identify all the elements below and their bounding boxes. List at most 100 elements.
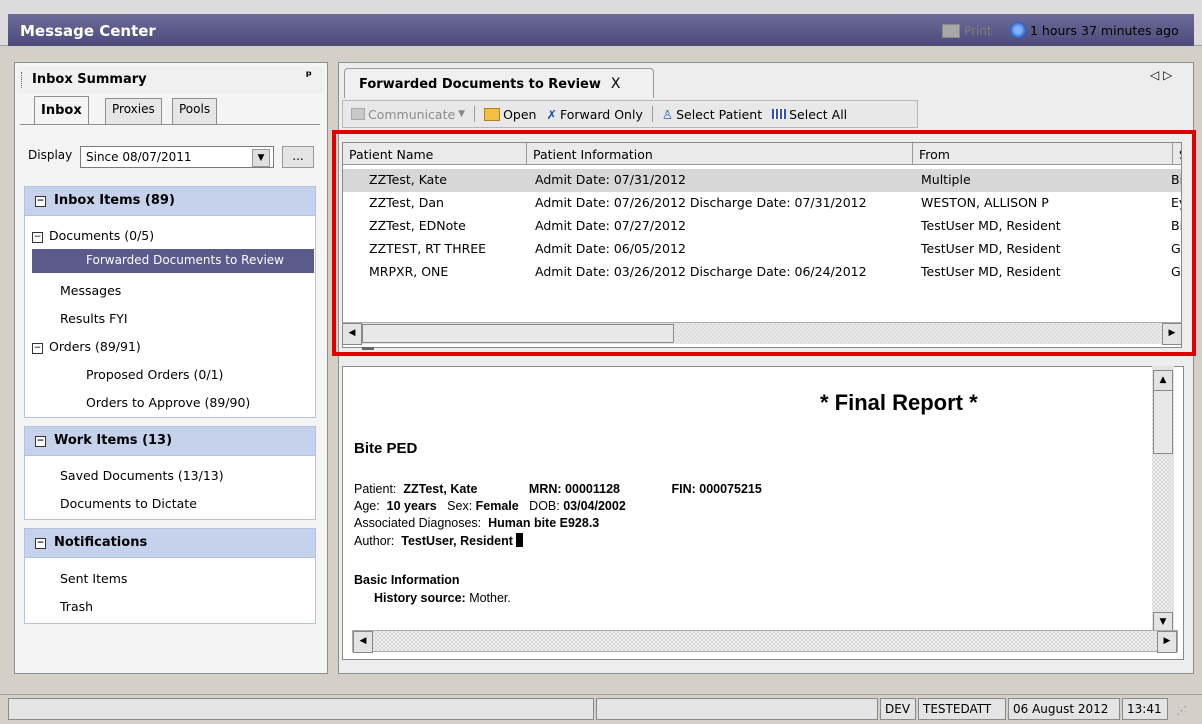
diagnoses-value: Human bite E928.3 bbox=[488, 516, 600, 530]
orders-item[interactable]: − Orders (89/91) bbox=[32, 339, 141, 354]
report-diagnoses-line: Associated Diagnoses: Human bite E928.3 bbox=[354, 516, 599, 530]
history-value: Mother. bbox=[469, 591, 511, 605]
report-horizontal-scrollbar[interactable]: ◀ ▶ bbox=[352, 630, 1178, 653]
report-age-line: Age: 10 years Sex: Female DOB: 03/04/200… bbox=[354, 499, 626, 513]
dob-value: 03/04/2002 bbox=[563, 499, 626, 513]
section-notifications[interactable]: − Notifications bbox=[24, 528, 316, 558]
author-value: TestUser, Resident bbox=[401, 534, 513, 548]
documents-item[interactable]: − Documents (0/5) bbox=[32, 228, 154, 243]
report-patient-line: Patient: ZZTest, Kate MRN: 00001128 FIN:… bbox=[354, 482, 762, 496]
documents-to-dictate-item[interactable]: Documents to Dictate bbox=[60, 496, 197, 511]
select-patient-label: Select Patient bbox=[676, 106, 763, 122]
notifications-group bbox=[24, 558, 316, 624]
status-user: TESTEDATT bbox=[918, 698, 1006, 720]
close-icon[interactable]: X bbox=[611, 76, 621, 92]
fin-value: 000075215 bbox=[699, 482, 762, 496]
dob-label: DOB: bbox=[529, 499, 560, 513]
scroll-left-icon[interactable]: ◀ bbox=[353, 631, 373, 653]
toolbar-separator bbox=[474, 106, 476, 122]
collapse-icon: − bbox=[35, 196, 46, 207]
scrollbar-thumb[interactable] bbox=[1153, 390, 1173, 454]
mrn-value: 00001128 bbox=[565, 482, 620, 496]
saved-documents-item[interactable]: Saved Documents (13/13) bbox=[60, 468, 224, 483]
section-work-items[interactable]: − Work Items (13) bbox=[24, 426, 316, 456]
chevron-down-icon: ▼ bbox=[458, 109, 466, 119]
tab-inbox[interactable]: Inbox bbox=[34, 96, 89, 125]
forwarded-label: Forwarded Documents to Review bbox=[86, 253, 284, 267]
patient-icon: ♙ bbox=[661, 106, 674, 122]
diagnoses-label: Associated Diagnoses: bbox=[354, 516, 482, 530]
tab-pools[interactable]: Pools bbox=[172, 98, 218, 124]
tab-forwarded-documents[interactable]: Forwarded Documents to Review X bbox=[344, 68, 654, 98]
window-title: Message Center bbox=[20, 22, 156, 40]
fin-label: FIN: bbox=[671, 482, 696, 496]
scroll-right-icon[interactable]: ▶ bbox=[1157, 631, 1177, 653]
display-options-button[interactable]: ... bbox=[282, 146, 314, 168]
collapse-icon: − bbox=[35, 436, 46, 447]
resize-grip-icon[interactable]: ⋰ bbox=[1176, 704, 1187, 717]
trash-item[interactable]: Trash bbox=[60, 599, 93, 614]
report-heading: * Final Report * bbox=[820, 390, 978, 415]
select-all-icon bbox=[772, 109, 787, 119]
inbox-summary-title: Inbox Summary bbox=[32, 72, 147, 87]
communicate-button[interactable]: Communicate ▼ bbox=[347, 107, 469, 122]
results-fyi-item[interactable]: Results FYI bbox=[60, 311, 128, 326]
report-viewer bbox=[342, 366, 1184, 660]
age-value: 10 years bbox=[386, 499, 437, 513]
mrn-label: MRN: bbox=[528, 482, 562, 496]
sent-items-item[interactable]: Sent Items bbox=[60, 571, 127, 586]
grip-icon bbox=[21, 72, 24, 88]
select-all-label: Select All bbox=[789, 106, 848, 122]
open-label: Open bbox=[503, 106, 537, 122]
status-panel-2 bbox=[596, 698, 878, 720]
collapse-icon: − bbox=[32, 343, 43, 354]
status-date: 06 August 2012 bbox=[1008, 698, 1120, 720]
communicate-icon bbox=[351, 108, 365, 120]
scroll-up-icon[interactable]: ▲ bbox=[1153, 370, 1173, 392]
sex-label: Sex: bbox=[447, 499, 473, 513]
display-label: Display bbox=[28, 148, 73, 162]
messages-item[interactable]: Messages bbox=[60, 283, 121, 298]
forwarded-documents-item[interactable]: Forwarded Documents to Review bbox=[32, 249, 314, 273]
text-cursor bbox=[515, 533, 523, 547]
highlight-box bbox=[332, 130, 1196, 356]
refresh-button[interactable]: 1 hours 37 minutes ago bbox=[1010, 22, 1179, 38]
forward-only-label: Forward Only bbox=[559, 106, 643, 122]
toolbar-separator bbox=[651, 106, 653, 122]
forward-only-button[interactable]: ✗ Forward Only bbox=[542, 107, 646, 122]
tab-divider bbox=[20, 124, 320, 125]
folder-icon bbox=[484, 107, 501, 121]
inbox-summary-header: Inbox Summary ᵖ bbox=[18, 66, 324, 94]
tab-proxies[interactable]: Proxies bbox=[105, 98, 162, 124]
proposed-orders-item[interactable]: Proposed Orders (0/1) bbox=[86, 367, 223, 382]
print-label: Print bbox=[964, 24, 992, 38]
sex-value: Female bbox=[475, 499, 519, 513]
open-button[interactable]: Open bbox=[480, 107, 540, 122]
status-time: 13:41 bbox=[1122, 698, 1168, 720]
splitter-grip[interactable] bbox=[362, 347, 374, 350]
pin-icon[interactable]: ᵖ bbox=[306, 69, 312, 84]
status-env: DEV bbox=[880, 698, 916, 720]
patient-value: ZZTest, Kate bbox=[403, 482, 478, 496]
report-author-line: Author: TestUser, Resident bbox=[354, 533, 523, 548]
collapse-icon: − bbox=[32, 232, 43, 243]
section-work-title: Work Items (13) bbox=[54, 433, 173, 448]
print-button[interactable]: Print bbox=[942, 24, 992, 38]
select-patient-button[interactable]: ♙ Select Patient bbox=[658, 107, 766, 122]
tab-scroll-icon[interactable]: ◁ ▷ bbox=[1150, 68, 1172, 82]
orders-label: Orders (89/91) bbox=[49, 339, 141, 354]
documents-label: Documents (0/5) bbox=[49, 228, 155, 243]
patient-label: Patient: bbox=[354, 482, 397, 496]
toolbar: Communicate ▼ Open ✗ Forward Only ♙ Select … bbox=[342, 100, 918, 128]
status-panel-1 bbox=[8, 698, 594, 720]
forward-icon: ✗ bbox=[546, 106, 557, 122]
dropdown-arrow-icon: ▼ bbox=[252, 149, 270, 167]
collapse-icon: − bbox=[35, 538, 46, 549]
history-label: History source: bbox=[374, 591, 466, 605]
printer-icon bbox=[942, 24, 960, 38]
display-select[interactable]: Since 08/07/2011 ▼ bbox=[80, 146, 274, 168]
select-all-button[interactable]: Select All bbox=[768, 107, 851, 122]
display-value: Since 08/07/2011 bbox=[86, 150, 192, 164]
section-inbox-items[interactable]: − Inbox Items (89) bbox=[24, 186, 316, 216]
orders-to-approve-item[interactable]: Orders to Approve (89/90) bbox=[86, 395, 250, 410]
